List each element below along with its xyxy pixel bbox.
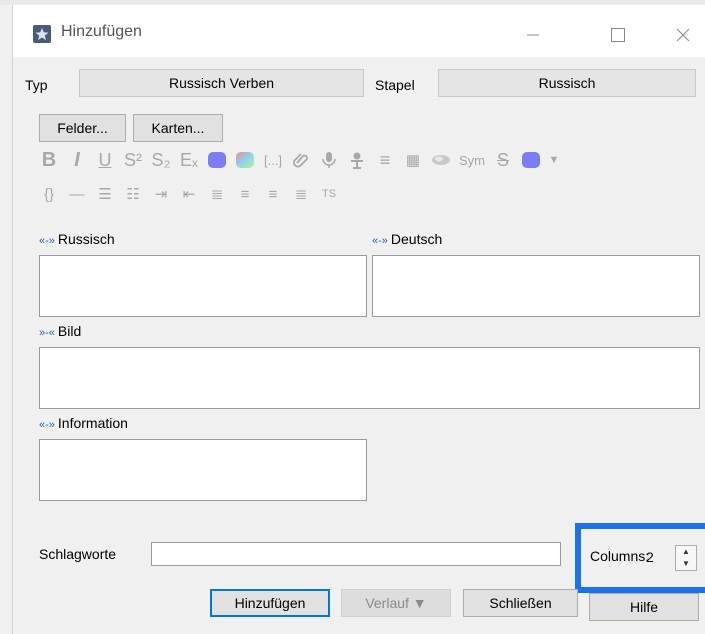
strikethrough-icon[interactable]: S [489, 147, 517, 173]
tags-label: Schlagworte [39, 546, 117, 562]
field-label-deutsch: «-» Deutsch [372, 231, 443, 247]
help-button[interactable]: Hilfe [589, 593, 699, 621]
italic-icon[interactable]: I [63, 147, 91, 173]
title-bar[interactable]: Hinzufügen [13, 5, 705, 57]
html-editor-icon[interactable]: ≡ [371, 147, 399, 173]
bold-icon[interactable]: B [35, 147, 63, 173]
close-window-button[interactable] [663, 17, 703, 53]
field-label-russisch: «-» Russisch [39, 231, 115, 247]
text-color-icon[interactable] [203, 147, 231, 173]
numbered-list-icon[interactable]: ☷ [119, 181, 147, 207]
note-type-selector[interactable]: Russisch Verben [79, 69, 364, 97]
sticky-toggle-russisch[interactable]: «-» [39, 235, 55, 247]
format-toolbar-row2: {} — ☰ ☷ ⇥ ⇤ ≣ ≡ ≡ ≣ TS [35, 181, 343, 207]
clear-format-icon[interactable]: Eₓ [175, 147, 203, 173]
subscript-icon[interactable]: S₂ [147, 147, 175, 173]
deutsch-field[interactable] [372, 255, 700, 317]
align-right-icon[interactable]: ≡ [259, 181, 287, 207]
superscript-icon[interactable]: S² [119, 147, 147, 173]
align-center-icon[interactable]: ≣ [203, 181, 231, 207]
attach-icon[interactable] [287, 147, 315, 173]
justify-icon[interactable]: ≣ [287, 181, 315, 207]
deck-label: Stapel [375, 77, 415, 93]
sticky-toggle-deutsch[interactable]: «-» [372, 235, 388, 247]
field-label-bild: »-« Bild [39, 323, 82, 339]
record-audio-icon[interactable] [315, 147, 343, 173]
star-icon [33, 25, 51, 43]
cloze-icon[interactable]: [...] [259, 147, 287, 173]
history-button[interactable]: Verlauf ▼ [341, 589, 451, 617]
bullet-list-icon[interactable]: ☰ [91, 181, 119, 207]
window-title: Hinzufügen [61, 23, 142, 40]
type-label: Typ [25, 77, 48, 93]
maximize-button[interactable] [598, 17, 638, 53]
maximize-icon [611, 28, 625, 42]
tags-input[interactable] [151, 542, 561, 566]
field-label-information: «-» Information [39, 415, 128, 431]
bild-field[interactable] [39, 347, 700, 409]
symbol-icon[interactable]: Sym [455, 147, 489, 173]
table-icon[interactable]: ▦ [399, 147, 427, 173]
ts-icon[interactable]: TS [315, 181, 343, 207]
add-button[interactable]: Hinzufügen [210, 589, 330, 617]
dropdown-arrow-icon[interactable]: ▼ [545, 147, 563, 173]
cards-button[interactable]: Karten... [133, 114, 223, 142]
align-left-icon[interactable]: ≡ [231, 181, 259, 207]
russisch-field[interactable] [39, 255, 367, 317]
format-toolbar-row1: B I U S² S₂ Eₓ [...] ≡ ▦ Sym S ▼ [35, 147, 563, 173]
minimize-icon [527, 34, 539, 36]
close-button[interactable]: Schließen [463, 589, 578, 617]
horizontal-rule-icon[interactable]: — [63, 181, 91, 207]
sticky-toggle-bild[interactable]: »-« [39, 327, 55, 339]
color-swatch-icon[interactable] [517, 147, 545, 173]
information-field[interactable] [39, 439, 367, 501]
minimize-button[interactable] [513, 17, 553, 53]
add-note-dialog: Hinzufügen Typ Russisch Verben Stapel Ru… [12, 5, 705, 634]
sticky-toggle-information[interactable]: «-» [39, 419, 55, 431]
close-icon [676, 28, 690, 42]
deck-selector[interactable]: Russisch [438, 69, 696, 97]
indent-icon[interactable]: ⇥ [147, 181, 175, 207]
highlight-annotation [575, 523, 705, 593]
mathjax-icon[interactable] [343, 147, 371, 173]
outdent-icon[interactable]: ⇤ [175, 181, 203, 207]
highlight-color-icon[interactable] [231, 147, 259, 173]
curly-braces-icon[interactable]: {} [35, 181, 63, 207]
eraser-icon[interactable] [427, 147, 455, 173]
fields-button[interactable]: Felder... [39, 114, 126, 142]
underline-icon[interactable]: U [91, 147, 119, 173]
